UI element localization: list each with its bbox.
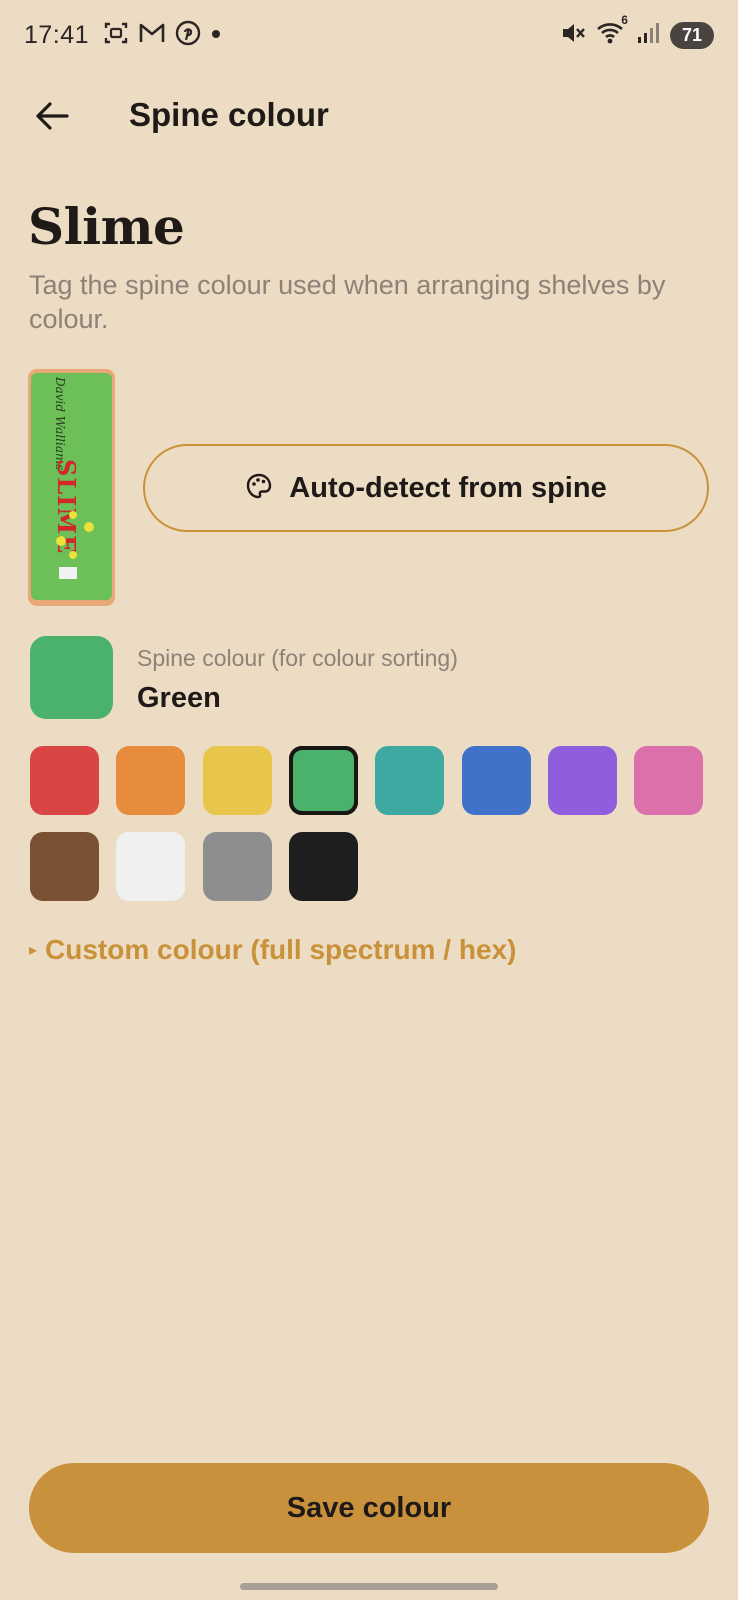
status-time: 17:41 xyxy=(24,20,90,49)
app-bar: Spine colour xyxy=(0,80,738,156)
save-colour-label: Save colour xyxy=(286,1491,452,1524)
page-title: Spine colour xyxy=(129,96,329,133)
current-colour-swatch xyxy=(30,636,113,719)
auto-detect-button[interactable]: Auto-detect from spine xyxy=(143,444,709,532)
screenshot-icon xyxy=(103,20,129,51)
colour-swatch-red[interactable] xyxy=(30,746,99,815)
arrow-left-icon xyxy=(35,101,69,136)
colour-swatch-blue[interactable] xyxy=(461,746,531,815)
dot-icon xyxy=(211,26,221,44)
wifi-badge: 6 xyxy=(621,12,628,27)
colour-swatch-yellow[interactable] xyxy=(202,746,272,815)
battery-indicator: 71 xyxy=(669,21,714,49)
notification-icons xyxy=(103,20,221,51)
colour-swatch-white[interactable] xyxy=(116,832,186,901)
custom-colour-label: Custom colour (full spectrum / hex) xyxy=(45,934,517,965)
colour-swatch-purple[interactable] xyxy=(547,746,617,815)
custom-colour-toggle[interactable]: ▸ Custom colour (full spectrum / hex) xyxy=(29,934,516,966)
auto-detect-label: Auto-detect from spine xyxy=(289,471,607,504)
spine-cover: David Walliams SLIME xyxy=(31,373,112,600)
mute-icon xyxy=(560,20,586,51)
spine-author: David Walliams xyxy=(53,377,67,471)
colour-swatch-teal[interactable] xyxy=(375,746,445,815)
home-indicator[interactable] xyxy=(240,1583,498,1590)
splat-decoration-icon xyxy=(56,511,94,579)
current-colour-caption: Spine colour (for colour sorting) xyxy=(137,645,458,671)
colour-swatch-grey[interactable] xyxy=(202,832,272,901)
disclosure-triangle-icon: ▸ xyxy=(29,942,38,959)
system-icons: 6 71 xyxy=(560,13,714,51)
gmail-icon xyxy=(139,22,165,49)
palette-icon xyxy=(245,472,273,505)
back-button[interactable] xyxy=(26,92,78,144)
current-colour-name: Green xyxy=(137,682,221,714)
book-title: Slime xyxy=(28,197,185,256)
signal-icon xyxy=(636,21,660,50)
spine-image: David Walliams SLIME xyxy=(28,369,115,606)
status-bar: 17:41 6 71 xyxy=(0,0,738,70)
colour-swatch-orange[interactable] xyxy=(116,746,186,815)
wifi-icon: 6 xyxy=(596,13,628,50)
colour-swatch-black[interactable] xyxy=(288,832,358,901)
save-colour-button[interactable]: Save colour xyxy=(29,1463,709,1553)
colour-swatch-brown[interactable] xyxy=(30,832,99,901)
pinterest-icon xyxy=(175,20,201,51)
colour-swatch-green[interactable] xyxy=(288,746,358,815)
page-description: Tag the spine colour used when arranging… xyxy=(29,270,666,334)
colour-swatch-pink[interactable] xyxy=(634,746,704,815)
